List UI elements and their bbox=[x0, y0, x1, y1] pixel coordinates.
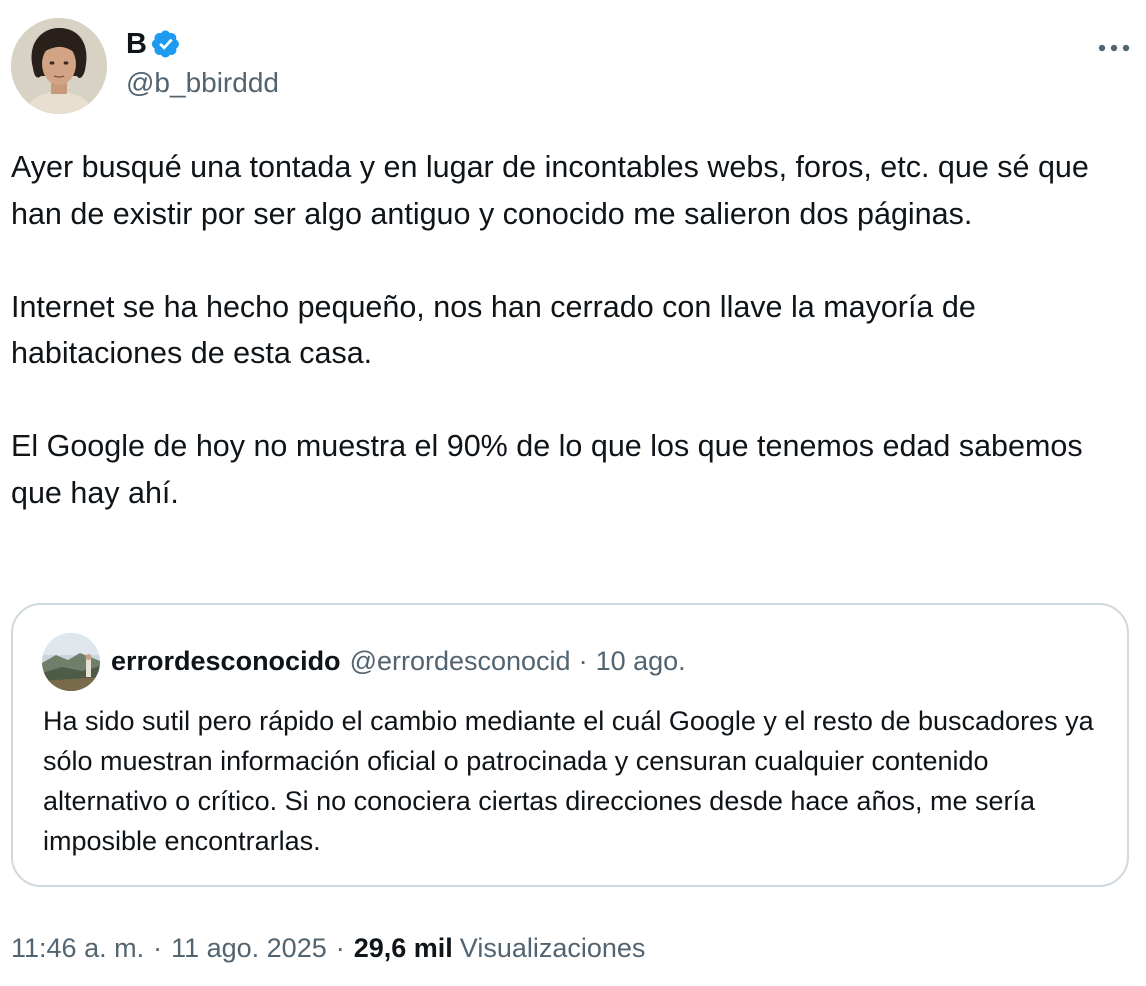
quoted-separator: · bbox=[578, 646, 588, 676]
more-horizontal-icon bbox=[1098, 44, 1130, 52]
views-label[interactable]: Visualizaciones bbox=[460, 930, 646, 966]
tweet-text: Ayer busqué una tontada y en lugar de in… bbox=[11, 144, 1136, 516]
tweet-paragraph: El Google de hoy no muestra el 90% de lo… bbox=[11, 429, 1092, 510]
tweet-paragraph: Ayer busqué una tontada y en lugar de in… bbox=[11, 150, 1098, 231]
author-handle[interactable]: @b_bbirddd bbox=[126, 66, 279, 100]
quoted-author-handle[interactable]: @errordesconocid bbox=[350, 643, 571, 679]
author-avatar[interactable] bbox=[11, 18, 107, 114]
quoted-tweet-text: Ha sido sutil pero rápido el cambio medi… bbox=[43, 706, 1094, 856]
tweet-meta: 11:46 a. m. · 11 ago. 2025 · 29,6 mil Vi… bbox=[11, 930, 645, 966]
tweet-paragraph: Internet se ha hecho pequeño, nos han ce… bbox=[11, 289, 985, 371]
quoted-tweet-card[interactable]: errordesconocido @errordesconocid · 10 a… bbox=[11, 603, 1129, 887]
more-options-button[interactable] bbox=[1092, 30, 1136, 66]
meta-separator: · bbox=[153, 933, 163, 963]
author-name-row[interactable]: B bbox=[126, 27, 181, 61]
tweet-time[interactable]: 11:46 a. m. bbox=[11, 930, 144, 966]
author-name[interactable]: B bbox=[126, 27, 147, 61]
quoted-tweet-header: errordesconocido @errordesconocid · 10 a… bbox=[111, 643, 686, 679]
verified-badge-icon bbox=[151, 29, 181, 59]
tweet-date[interactable]: 11 ago. 2025 bbox=[171, 930, 327, 966]
quoted-tweet-date[interactable]: 10 ago. bbox=[596, 643, 686, 679]
views-count[interactable]: 29,6 mil bbox=[354, 930, 453, 966]
quoted-author-avatar[interactable] bbox=[42, 633, 100, 691]
meta-separator: · bbox=[335, 933, 345, 963]
quoted-author-name[interactable]: errordesconocido bbox=[111, 643, 341, 679]
